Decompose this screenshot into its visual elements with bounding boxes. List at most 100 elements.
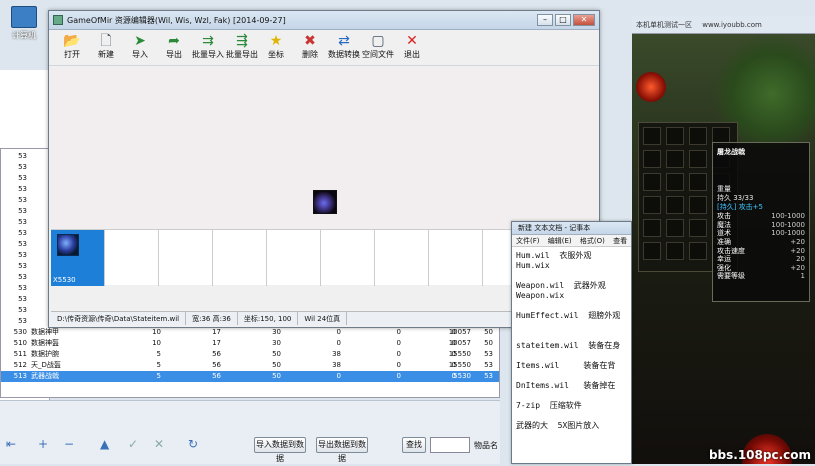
find-button[interactable]: 查找 bbox=[402, 437, 426, 453]
toolbar-button-import[interactable]: ➤ 导入 bbox=[123, 30, 157, 65]
close-window-button[interactable]: ✕ bbox=[573, 14, 595, 26]
inventory-slot[interactable] bbox=[666, 150, 684, 168]
inventory-slot[interactable] bbox=[666, 173, 684, 191]
game-tab[interactable]: www.iyoubb.com bbox=[698, 16, 766, 33]
menu-edit[interactable]: 编辑(E) bbox=[548, 237, 572, 245]
thumbnail-empty[interactable] bbox=[213, 230, 267, 286]
thumbnail-empty[interactable] bbox=[321, 230, 375, 286]
table-cell: 56 bbox=[212, 361, 221, 369]
table-cell: 0 bbox=[396, 339, 401, 347]
thumbnail-empty[interactable] bbox=[429, 230, 483, 286]
table-cell: 53 bbox=[18, 240, 27, 248]
stat-name: 准确 bbox=[717, 237, 731, 246]
notepad-titlebar[interactable]: 新建 文本文档 - 记事本 bbox=[512, 222, 631, 235]
thumbnail-selected[interactable]: X5530 bbox=[51, 230, 105, 286]
notepad-line bbox=[516, 351, 627, 361]
inventory-slot[interactable] bbox=[643, 173, 661, 191]
star-icon: ★ bbox=[269, 33, 283, 49]
thumbnail-empty[interactable] bbox=[267, 230, 321, 286]
thumbnail-empty[interactable] bbox=[375, 230, 429, 286]
cancel-icon[interactable]: ✕ bbox=[154, 437, 164, 451]
inventory-slot[interactable] bbox=[666, 196, 684, 214]
confirm-icon[interactable]: ✓ bbox=[128, 437, 138, 451]
inventory-slot[interactable] bbox=[643, 150, 661, 168]
table-cell: 天_D战盔 bbox=[31, 361, 61, 369]
menu-view[interactable]: 查看 bbox=[613, 237, 627, 245]
notepad-line bbox=[516, 301, 627, 311]
table-row[interactable]: 510 数据神盔 10 17 30 0 0 0 10057 50 bbox=[1, 338, 499, 349]
table-cell: 50 bbox=[272, 361, 281, 369]
export-data-button[interactable]: 导出数据到数据 bbox=[316, 437, 368, 463]
menu-format[interactable]: 格式(O) bbox=[580, 237, 605, 245]
table-cell: 53 bbox=[18, 152, 27, 160]
table-cell: 数据神盔 bbox=[31, 339, 59, 347]
thumbnail-empty[interactable] bbox=[159, 230, 213, 286]
import-data-button[interactable]: 导入数据到数据 bbox=[254, 437, 306, 463]
notepad-line: 7-zip 压缩软件 bbox=[516, 401, 582, 410]
table-cell: 5530 bbox=[453, 372, 471, 380]
notepad-text[interactable]: Hum.wil 衣服外观 Hum.wix Weapon.wil 武器外观 Weapo… bbox=[512, 247, 631, 435]
table-row[interactable]: 511 数据护腕 5 56 50 38 0 0 15550 53 bbox=[1, 349, 499, 360]
toolbar-button-batch-import[interactable]: ⇉ 批量导入 bbox=[191, 30, 225, 65]
inventory-slot[interactable] bbox=[689, 150, 707, 168]
tooltip-title: 屠龙战戟 bbox=[717, 148, 745, 156]
minimize-button[interactable]: – bbox=[537, 14, 553, 26]
table-cell: 10 bbox=[152, 328, 161, 336]
maximize-button[interactable]: □ bbox=[555, 14, 571, 26]
table-cell: 53 bbox=[18, 229, 27, 237]
batch-export-icon: ⇶ bbox=[236, 33, 248, 49]
tooltip-stat-row: 准确 +20 bbox=[717, 238, 805, 247]
game-scene[interactable]: 屠龙战戟 重量 持久 33/33 [持久] 攻击+5 攻击 100-1000 魔法 1… bbox=[632, 34, 815, 464]
toolbar-button-batch-export[interactable]: ⇶ 批量导出 bbox=[225, 30, 259, 65]
inventory-slot[interactable] bbox=[666, 219, 684, 237]
inventory-slot[interactable] bbox=[643, 196, 661, 214]
toolbar-button-folder[interactable]: 📂 打开 bbox=[55, 30, 89, 65]
toolbar-button-blank-file[interactable]: ▢ 空间文件 bbox=[361, 30, 395, 65]
menu-file[interactable]: 文件(F) bbox=[516, 237, 540, 245]
toolbar-button-new-file[interactable]: 🗋 新建 bbox=[89, 30, 123, 65]
inventory-slot[interactable] bbox=[689, 196, 707, 214]
find-input[interactable] bbox=[430, 437, 470, 453]
toolbar-button-close[interactable]: ✕ 退出 bbox=[395, 30, 429, 65]
table-cell: 53 bbox=[18, 196, 27, 204]
nav-first-icon[interactable]: ⇤ bbox=[6, 437, 16, 451]
toolbar-button-export[interactable]: ➦ 导出 bbox=[157, 30, 191, 65]
add-record-icon[interactable]: + bbox=[38, 437, 48, 451]
table-cell: 数据护腕 bbox=[31, 350, 59, 358]
table-cell: 0 bbox=[396, 361, 401, 369]
blank-file-icon: ▢ bbox=[371, 33, 385, 49]
inventory-slot[interactable] bbox=[643, 242, 661, 260]
table-cell: 56 bbox=[212, 350, 221, 358]
stat-value: 20 bbox=[796, 255, 805, 264]
inventory-slot[interactable] bbox=[689, 173, 707, 191]
inventory-slot[interactable] bbox=[666, 242, 684, 260]
table-cell: 53 bbox=[18, 317, 27, 325]
inventory-slot[interactable] bbox=[643, 219, 661, 237]
inventory-slot[interactable] bbox=[689, 219, 707, 237]
thumbnail-empty[interactable] bbox=[105, 230, 159, 286]
remove-record-icon[interactable]: − bbox=[64, 437, 74, 451]
toolbar-button-delete[interactable]: ✖ 删除 bbox=[293, 30, 327, 65]
inventory-slot[interactable] bbox=[666, 127, 684, 145]
stat-value: +20 bbox=[790, 246, 805, 255]
table-row[interactable]: 530 数据神甲 10 17 30 0 0 0 10057 50 bbox=[1, 327, 499, 338]
inventory-slot[interactable] bbox=[689, 127, 707, 145]
table-cell: 38 bbox=[332, 350, 341, 358]
table-cell: 50 bbox=[484, 339, 493, 347]
edit-record-icon[interactable]: ▲ bbox=[100, 437, 109, 451]
inventory-slot[interactable] bbox=[689, 242, 707, 260]
table-row[interactable]: 512 天_D战盔 5 56 50 38 0 0 15550 53 bbox=[1, 360, 499, 371]
editor-titlebar[interactable]: GameOfMir 资源编辑器(Wil, Wis, Wzl, Fak) [201… bbox=[49, 11, 599, 30]
refresh-icon[interactable]: ↻ bbox=[188, 437, 198, 451]
new-file-icon: 🗋 bbox=[100, 33, 112, 49]
inventory-slot[interactable] bbox=[643, 127, 661, 145]
notepad-line: 武器的大 5X图片放入 bbox=[516, 421, 600, 430]
table-row[interactable]: 513 武器战戟 5 56 50 0 0 0 5530 53 bbox=[1, 371, 499, 382]
notepad-line: Weapon.wix bbox=[516, 291, 565, 300]
game-tab[interactable]: 本机单机测试一区 bbox=[632, 16, 696, 33]
stat-name: 需要等级 bbox=[717, 272, 745, 281]
toolbar-button-star[interactable]: ★ 坐标 bbox=[259, 30, 293, 65]
toolbar-button-convert[interactable]: ⇄ 数据转换 bbox=[327, 30, 361, 65]
tooltip-sub: 重量 bbox=[717, 185, 731, 193]
computer-desktop-icon[interactable]: 计算机 bbox=[4, 6, 44, 54]
